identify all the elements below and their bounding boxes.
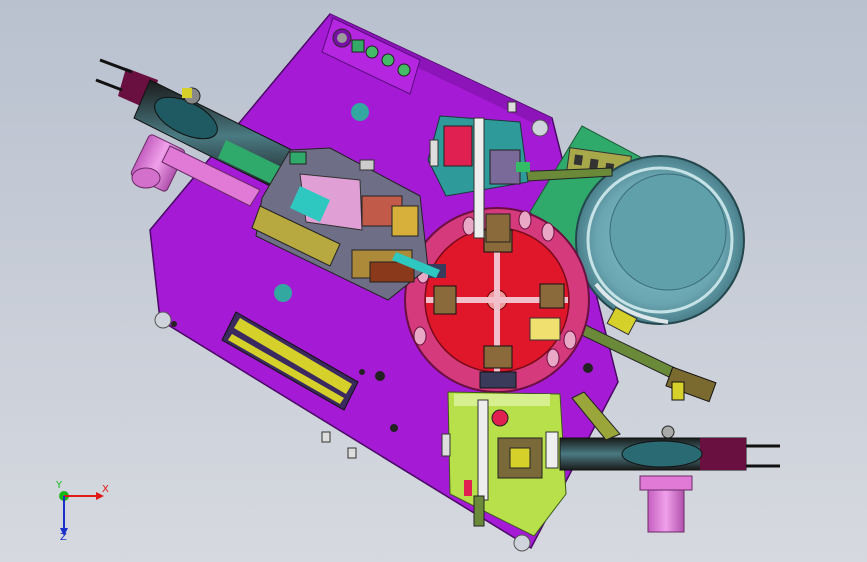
bottom-station-assembly	[441, 391, 567, 537]
z-axis-label: Z	[60, 532, 67, 543]
x-axis-label: X	[102, 484, 109, 495]
cad-viewport[interactable]: X Y Z	[0, 0, 867, 562]
right-drive-motor	[639, 475, 693, 533]
coordinate-triad: X Y Z	[44, 480, 114, 544]
sensor-bracket	[665, 366, 717, 403]
vibratory-feeder-bowl	[575, 155, 745, 325]
y-axis-label: Y	[56, 480, 63, 491]
cad-model-view[interactable]	[0, 0, 867, 562]
